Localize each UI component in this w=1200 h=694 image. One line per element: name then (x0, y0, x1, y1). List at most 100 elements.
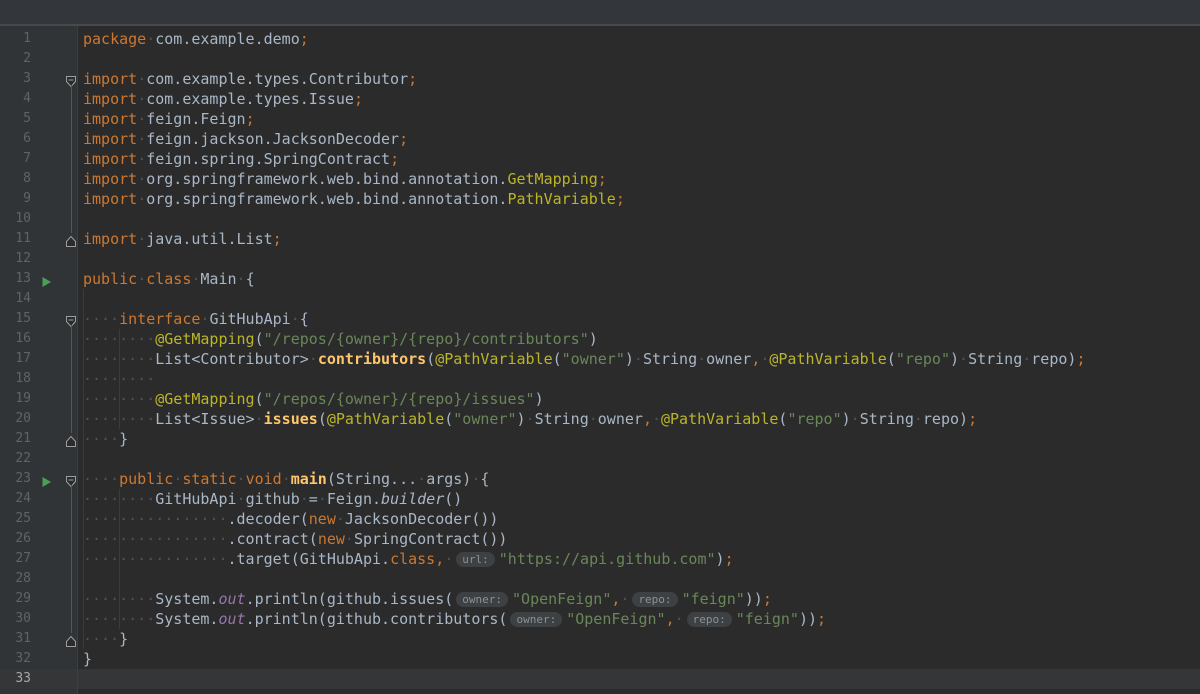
line-number[interactable]: 15 (0, 309, 31, 329)
line-number[interactable]: 14 (0, 289, 31, 309)
code-line[interactable]: 26 ················.contract(new·SpringCo… (0, 529, 1200, 549)
line-number[interactable]: 19 (0, 389, 31, 409)
code-line-text[interactable]: import·java.util.List; (78, 229, 1200, 249)
code-line[interactable]: 10 (0, 209, 1200, 229)
line-number[interactable]: 18 (0, 369, 31, 389)
code-line[interactable]: 25················.decoder(new·JacksonDe… (0, 509, 1200, 529)
line-number[interactable]: 5 (0, 109, 31, 129)
code-line[interactable]: 13public·class·Main·{ (0, 269, 1200, 289)
code-line[interactable]: 17 ········List<Contributor>·contributors… (0, 349, 1200, 369)
line-number[interactable]: 11 (0, 229, 31, 249)
gutter-cell[interactable]: 28 (0, 569, 78, 589)
code-line-text[interactable]: ················.target(GitHubApi.class,… (78, 549, 1200, 569)
line-number[interactable]: 17 (0, 349, 31, 369)
gutter-cell[interactable]: 10 (0, 209, 78, 229)
gutter-cell[interactable]: 15 (0, 309, 78, 329)
gutter-cell[interactable]: 27 (0, 549, 78, 569)
code-line-text[interactable]: ········@GetMapping("/repos/{owner}/{rep… (78, 389, 1200, 409)
code-line[interactable]: 4 import·com.example.types.Issue; (0, 89, 1200, 109)
line-number[interactable]: 32 (0, 649, 31, 669)
line-number[interactable]: 21 (0, 429, 31, 449)
code-line-text[interactable]: ········ (78, 369, 1200, 389)
line-number[interactable]: 25 (0, 509, 31, 529)
code-line-text[interactable] (78, 49, 1200, 69)
gutter-cell[interactable]: 13 (0, 269, 78, 289)
code-line-text[interactable] (78, 289, 1200, 309)
line-number[interactable]: 20 (0, 409, 31, 429)
code-line[interactable]: 12 (0, 249, 1200, 269)
code-line[interactable]: 16 ········@GetMapping("/repos/{owner}/{r… (0, 329, 1200, 349)
line-number[interactable]: 27 (0, 549, 31, 569)
gutter-cell[interactable]: 16 (0, 329, 78, 349)
gutter-cell[interactable]: 25 (0, 509, 78, 529)
gutter-cell[interactable]: 18 (0, 369, 78, 389)
gutter-cell[interactable]: 30 (0, 609, 78, 629)
gutter-cell[interactable]: 21 (0, 429, 78, 449)
code-line-text[interactable]: import·com.example.types.Issue; (78, 89, 1200, 109)
code-line-text[interactable] (78, 449, 1200, 469)
code-line-text[interactable]: import·org.springframework.web.bind.anno… (78, 169, 1200, 189)
code-line[interactable]: 6import·feign.jackson.JacksonDecoder; (0, 129, 1200, 149)
gutter-cell[interactable]: 23 (0, 469, 78, 489)
gutter-cell[interactable]: 32 (0, 649, 78, 669)
code-line-text[interactable]: } (78, 649, 1200, 669)
line-number[interactable]: 29 (0, 589, 31, 609)
code-line[interactable]: 14 (0, 289, 1200, 309)
gutter-cell[interactable]: 17 (0, 349, 78, 369)
line-number[interactable]: 7 (0, 149, 31, 169)
line-number[interactable]: 10 (0, 209, 31, 229)
code-line-text[interactable]: ········@GetMapping("/repos/{owner}/{rep… (78, 329, 1200, 349)
gutter-cell[interactable]: 4 (0, 89, 78, 109)
line-number[interactable]: 9 (0, 189, 31, 209)
code-line-text[interactable]: ········System.out.println(github.contri… (78, 609, 1200, 629)
line-number[interactable]: 26 (0, 529, 31, 549)
gutter-cell[interactable]: 2 (0, 49, 78, 69)
gutter-cell[interactable]: 22 (0, 449, 78, 469)
line-number[interactable]: 12 (0, 249, 31, 269)
code-line-text[interactable]: ····public·static·void·main(String...·ar… (78, 469, 1200, 489)
code-line-text[interactable]: ········GitHubApi·github·=·Feign.builder… (78, 489, 1200, 509)
gutter-cell[interactable]: 24 (0, 489, 78, 509)
code-line[interactable]: 11 import·java.util.List; (0, 229, 1200, 249)
line-number[interactable]: 16 (0, 329, 31, 349)
line-number[interactable]: 2 (0, 49, 31, 69)
gutter-cell[interactable]: 31 (0, 629, 78, 649)
code-line-text[interactable] (78, 669, 1200, 689)
code-line[interactable]: 1 package·com.example.demo; (0, 29, 1200, 49)
gutter-cell[interactable]: 33 (0, 669, 78, 689)
code-line[interactable]: 20 ········List<Issue>·issues(@PathVariab… (0, 409, 1200, 429)
code-line[interactable]: 31 ····} (0, 629, 1200, 649)
code-line[interactable]: 33 (0, 669, 1200, 689)
code-line[interactable]: 19 ········@GetMapping("/repos/{owner}/{r… (0, 389, 1200, 409)
gutter-cell[interactable]: 1 (0, 29, 78, 49)
code-line[interactable]: 7 import·feign.spring.SpringContract; (0, 149, 1200, 169)
code-line-text[interactable]: ········List<Issue>·issues(@PathVariable… (78, 409, 1200, 429)
code-line-text[interactable]: ····} (78, 429, 1200, 449)
gutter-cell[interactable]: 12 (0, 249, 78, 269)
code-line-text[interactable]: ········List<Contributor>·contributors(@… (78, 349, 1200, 369)
code-line[interactable]: 8 import·org.springframework.web.bind.ann… (0, 169, 1200, 189)
code-line-text[interactable]: import·feign.spring.SpringContract; (78, 149, 1200, 169)
gutter-cell[interactable]: 19 (0, 389, 78, 409)
code-line-text[interactable]: package·com.example.demo; (78, 29, 1200, 49)
code-line[interactable]: 22 (0, 449, 1200, 469)
code-line[interactable]: 21 ····} (0, 429, 1200, 449)
code-line-text[interactable]: ················.contract(new·SpringCont… (78, 529, 1200, 549)
line-number[interactable]: 8 (0, 169, 31, 189)
code-line-text[interactable] (78, 249, 1200, 269)
code-line[interactable]: 9import·org.springframework.web.bind.ann… (0, 189, 1200, 209)
code-line-text[interactable]: ····interface·GitHubApi·{ (78, 309, 1200, 329)
gutter-cell[interactable]: 26 (0, 529, 78, 549)
line-number[interactable]: 1 (0, 29, 31, 49)
line-number[interactable]: 30 (0, 609, 31, 629)
code-line-text[interactable]: ····} (78, 629, 1200, 649)
line-number[interactable]: 31 (0, 629, 31, 649)
line-number[interactable]: 4 (0, 89, 31, 109)
gutter-cell[interactable]: 5 (0, 109, 78, 129)
gutter-cell[interactable]: 11 (0, 229, 78, 249)
code-line[interactable]: 24········GitHubApi·github·=·Feign.build… (0, 489, 1200, 509)
code-line[interactable]: 2 (0, 49, 1200, 69)
code-editor[interactable]: 1 package·com.example.demo; 23 import·com.e… (0, 26, 1200, 694)
code-line[interactable]: 30 ········System.out.println(github.cont… (0, 609, 1200, 629)
gutter-cell[interactable]: 14 (0, 289, 78, 309)
